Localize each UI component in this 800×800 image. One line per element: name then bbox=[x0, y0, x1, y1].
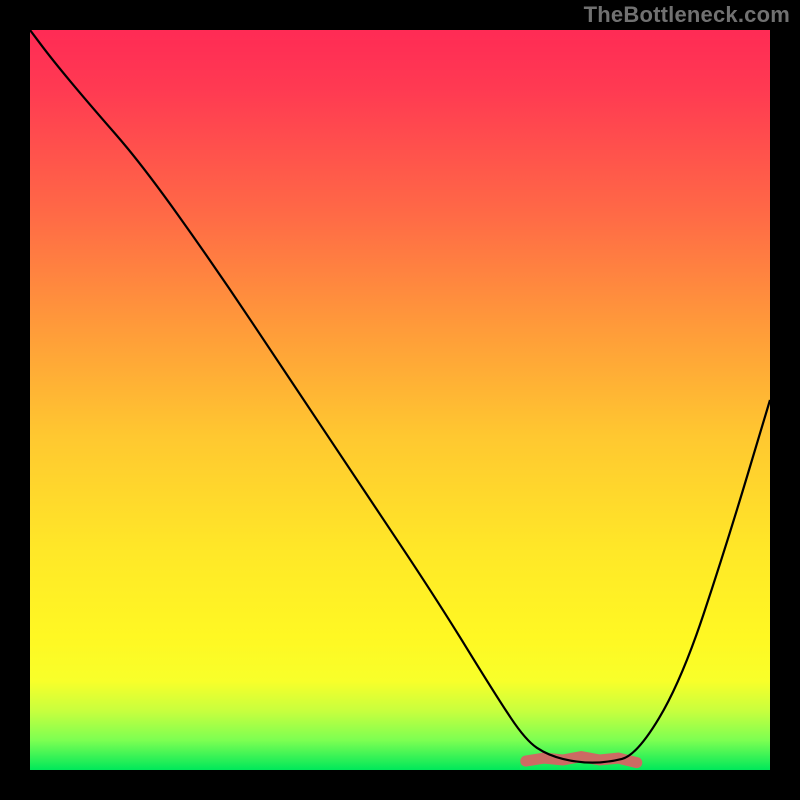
chart-frame: TheBottleneck.com bbox=[0, 0, 800, 800]
chart-svg bbox=[30, 30, 770, 770]
curve-line bbox=[30, 30, 770, 763]
watermark-text: TheBottleneck.com bbox=[584, 2, 790, 28]
plot-area bbox=[30, 30, 770, 770]
